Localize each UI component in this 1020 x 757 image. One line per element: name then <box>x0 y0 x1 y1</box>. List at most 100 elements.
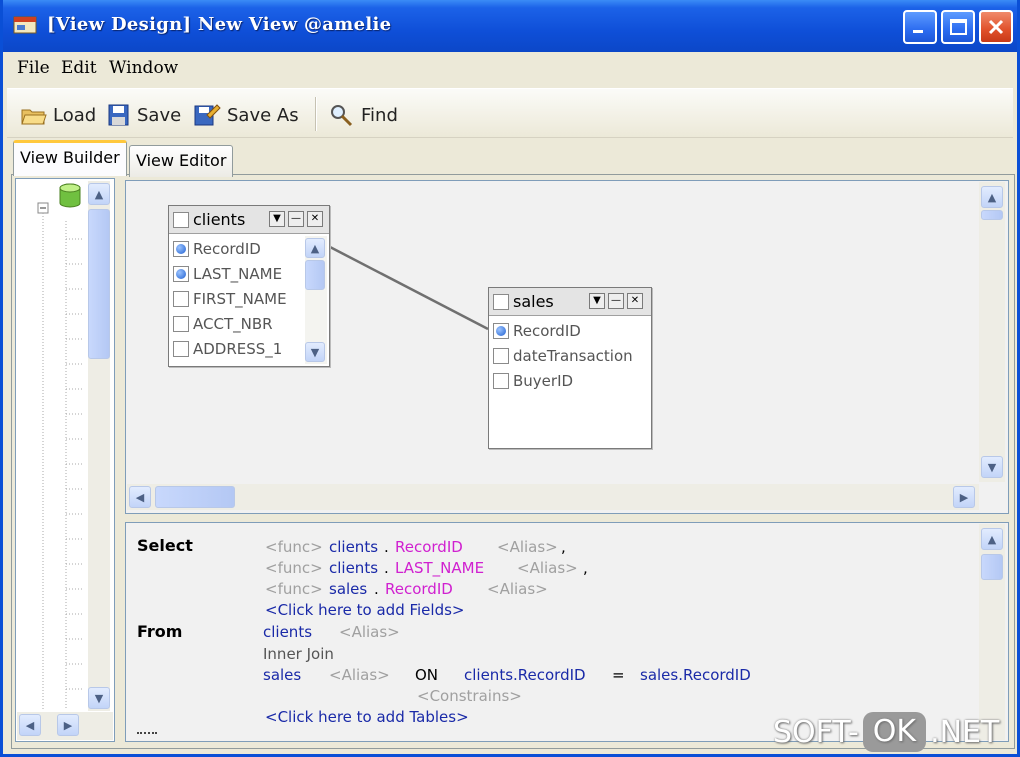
func-placeholder[interactable]: <func> <box>265 559 323 577</box>
field-checkbox[interactable] <box>493 323 509 339</box>
func-placeholder[interactable]: <func> <box>265 538 323 556</box>
alias-placeholder[interactable]: <Alias> <box>339 623 400 641</box>
add-fields-link[interactable]: <Click here to add Fields> <box>265 601 464 619</box>
sql-scroll-thumb[interactable] <box>981 554 1003 580</box>
minimize-icon[interactable]: — <box>288 211 304 227</box>
canvas-vertical-scrollbar[interactable]: ▲ ▼ <box>979 182 1005 482</box>
tree-scroll-thumb[interactable] <box>88 209 110 359</box>
table-ref[interactable]: sales <box>329 580 367 598</box>
dropdown-icon[interactable]: ▼ <box>269 211 285 227</box>
save-label: Save <box>137 104 182 126</box>
add-tables-link[interactable]: <Click here to add Tables> <box>265 708 469 726</box>
field-clients-last-name[interactable]: LAST_NAME <box>173 263 282 285</box>
column-ref[interactable]: LAST_NAME <box>395 559 484 577</box>
load-button[interactable]: Load <box>21 101 96 129</box>
table-clients-header[interactable]: clients ▼ — ✕ <box>169 206 329 234</box>
main-window: [View Design] New View @amelie File Edit… <box>0 0 1020 757</box>
table-clients[interactable]: clients ▼ — ✕ RecordID LAST_NAME FIRST_N… <box>168 205 330 367</box>
close-icon[interactable]: ✕ <box>307 211 323 227</box>
join-left-column[interactable]: clients.RecordID <box>464 666 586 684</box>
minimize-icon[interactable]: — <box>608 293 624 309</box>
scroll-right-icon[interactable]: ▶ <box>953 486 975 508</box>
field-sales-datetransaction[interactable]: dateTransaction <box>493 345 633 367</box>
field-checkbox[interactable] <box>493 348 509 364</box>
scroll-up-icon[interactable]: ▲ <box>981 186 1003 208</box>
alias-placeholder[interactable]: <Alias> <box>497 538 558 556</box>
func-placeholder[interactable]: <func> <box>265 580 323 598</box>
field-sales-buyerid[interactable]: BuyerID <box>493 370 573 392</box>
canvas-horizontal-scrollbar[interactable]: ◀ ▶ <box>127 484 979 510</box>
tab-view-editor[interactable]: View Editor <box>129 145 234 177</box>
menu-edit[interactable]: Edit <box>61 58 97 78</box>
maximize-icon <box>950 19 967 35</box>
table-sales-checkbox[interactable] <box>493 294 509 310</box>
field-checkbox[interactable] <box>173 291 189 307</box>
scroll-thumb[interactable] <box>305 260 325 290</box>
find-button[interactable]: Find <box>329 101 398 129</box>
join-right-column[interactable]: sales.RecordID <box>640 666 751 684</box>
field-clients-acct-nbr[interactable]: ACCT_NBR <box>173 313 273 335</box>
scroll-left-icon[interactable]: ◀ <box>19 714 41 736</box>
table-ref[interactable]: clients <box>329 559 378 577</box>
canvas-vscroll-thumb[interactable] <box>981 210 1003 220</box>
scroll-right-icon[interactable]: ▶ <box>57 714 79 736</box>
dropdown-icon[interactable]: ▼ <box>589 293 605 309</box>
save-as-button[interactable]: Save As <box>193 101 299 129</box>
alias-placeholder[interactable]: <Alias> <box>487 580 548 598</box>
save-button[interactable]: Save <box>107 101 181 129</box>
scroll-up-icon[interactable]: ▲ <box>88 183 110 205</box>
title-bar[interactable]: [View Design] New View @amelie <box>3 0 1017 52</box>
tree-horizontal-scrollbar[interactable]: ◀ ▶ <box>17 712 113 740</box>
alias-placeholder[interactable]: <Alias> <box>517 559 578 577</box>
tree-vertical-scrollbar[interactable]: ▲ ▼ <box>88 181 110 711</box>
table-ref[interactable]: clients <box>329 538 378 556</box>
app-icon <box>13 16 37 34</box>
field-checkbox[interactable] <box>173 316 189 332</box>
field-clients-recordid[interactable]: RecordID <box>173 238 261 260</box>
menu-window[interactable]: Window <box>109 58 178 78</box>
join-type[interactable]: Inner Join <box>263 645 334 663</box>
field-checkbox[interactable] <box>173 266 189 282</box>
close-button[interactable] <box>979 10 1013 44</box>
table-sales-header[interactable]: sales ▼ — ✕ <box>489 288 651 316</box>
field-checkbox[interactable] <box>173 241 189 257</box>
column-ref[interactable]: RecordID <box>385 580 453 598</box>
field-sales-recordid[interactable]: RecordID <box>493 320 581 342</box>
minimize-button[interactable] <box>903 10 937 44</box>
scroll-down-icon[interactable]: ▼ <box>88 687 110 709</box>
equals-operator[interactable]: = <box>612 666 625 684</box>
design-canvas[interactable]: clients ▼ — ✕ RecordID LAST_NAME FIRST_N… <box>125 180 1009 514</box>
scroll-left-icon[interactable]: ◀ <box>129 486 151 508</box>
scroll-down-icon[interactable]: ▼ <box>981 456 1003 478</box>
clients-field-scrollbar[interactable]: ▲ ▼ <box>305 236 327 364</box>
table-clients-checkbox[interactable] <box>173 212 189 228</box>
watermark-ok: OK <box>862 712 927 752</box>
sql-query-panel[interactable] <box>125 522 1009 742</box>
field-checkbox[interactable] <box>173 341 189 357</box>
tab-view-builder[interactable]: View Builder <box>13 140 127 176</box>
floppy-disk-icon <box>108 104 129 126</box>
column-ref[interactable]: RecordID <box>395 538 463 556</box>
field-clients-address-1[interactable]: ADDRESS_1 <box>173 338 282 360</box>
alias-placeholder[interactable]: <Alias> <box>329 666 390 684</box>
close-icon[interactable]: ✕ <box>627 293 643 309</box>
minimize-icon <box>913 30 923 33</box>
canvas-hscroll-thumb[interactable] <box>155 486 235 508</box>
scroll-up-icon[interactable]: ▲ <box>981 528 1003 550</box>
scroll-down-icon[interactable]: ▼ <box>305 342 325 362</box>
from-table[interactable]: clients <box>263 623 312 641</box>
sql-vertical-scrollbar[interactable]: ▲ <box>979 524 1005 740</box>
scroll-up-icon[interactable]: ▲ <box>305 238 325 258</box>
object-tree[interactable]: ▲ ▼ <box>15 178 115 742</box>
field-clients-first-name[interactable]: FIRST_NAME <box>173 288 287 310</box>
join-table[interactable]: sales <box>263 666 301 684</box>
maximize-button[interactable] <box>941 10 975 44</box>
field-checkbox[interactable] <box>493 373 509 389</box>
constrains-placeholder[interactable]: <Constrains> <box>417 687 522 705</box>
field-label: ACCT_NBR <box>193 315 273 333</box>
close-icon <box>988 19 1004 35</box>
menu-file[interactable]: File <box>17 58 50 78</box>
table-sales[interactable]: sales ▼ — ✕ RecordID dateTransaction Buy… <box>488 287 652 449</box>
on-keyword: ON <box>415 666 439 684</box>
from-keyword: From <box>137 622 183 641</box>
